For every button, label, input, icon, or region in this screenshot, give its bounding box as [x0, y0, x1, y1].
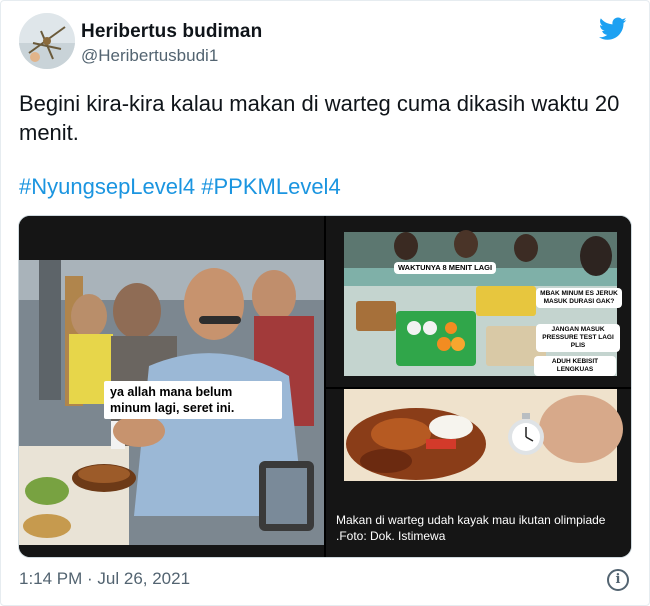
overlay-label: ADUH KEBISIT LENGKUAS [534, 356, 616, 376]
avatar[interactable] [19, 13, 75, 69]
media-photo-top-right[interactable]: WAKTUNYA 8 MENIT LAGI MBAK MINUM ES JERU… [326, 216, 631, 387]
overlay-label: JANGAN MASUK PRESSURE TEST LAGI PLIS [536, 324, 620, 352]
overlay-label: MBAK MINUM ES JERUK MASUK DURASI GAK? [536, 288, 622, 308]
hashtag-link[interactable]: #PPKMLevel4 [201, 174, 340, 199]
tweet-card: Heribertus budiman @Heribertusbudi1 Begi… [0, 0, 650, 606]
tweet-text: Begini kira-kira kalau makan di warteg c… [19, 91, 620, 145]
twitter-bird-icon[interactable] [599, 17, 627, 41]
author-name[interactable]: Heribertus budiman [81, 21, 262, 43]
media-grid: ya allah mana belum minum lagi, seret in… [18, 215, 632, 558]
photo-caption-bubble: ya allah mana belum minum lagi, seret in… [104, 381, 282, 419]
tweet-timestamp[interactable]: 1:14 PM · Jul 26, 2021 [19, 569, 190, 589]
author-handle[interactable]: @Heribertusbudi1 [81, 46, 218, 66]
hashtag-row: #NyungsepLevel4 #PPKMLevel4 [19, 172, 341, 201]
photo-caption: Makan di warteg udah kayak mau ikutan ol… [336, 513, 606, 543]
avatar-image [19, 13, 75, 69]
media-photo-bottom-right[interactable]: Makan di warteg udah kayak mau ikutan ol… [326, 389, 631, 557]
overlay-label: WAKTUNYA 8 MENIT LAGI [394, 262, 497, 274]
info-icon[interactable]: i [607, 569, 629, 591]
hashtag-link[interactable]: #NyungsepLevel4 [19, 174, 195, 199]
media-photo-left[interactable]: ya allah mana belum minum lagi, seret in… [19, 216, 324, 557]
